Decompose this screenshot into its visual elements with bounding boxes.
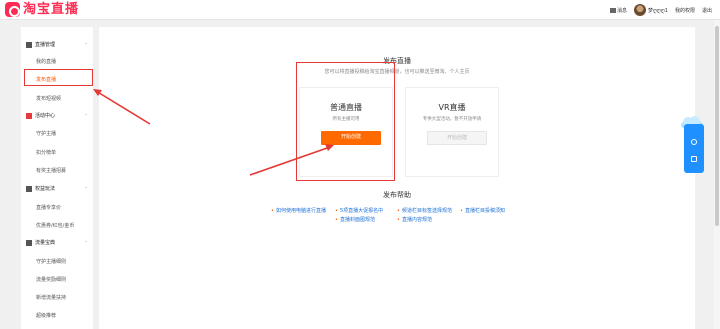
publish-live-subtitle: 您可以将直播投稿给淘宝直播频道，也可以推送至微淘、个人主页 <box>324 69 470 75</box>
annotation-highlight-publish-live <box>24 69 93 86</box>
sidebar-item-traffic-rewards[interactable]: 流量奖励细则 <box>36 276 66 283</box>
activity-center-icon <box>26 112 32 119</box>
chat-icon[interactable] <box>691 156 697 162</box>
help-link-promo-signup[interactable]: 5项直播大促报名中 <box>335 207 383 214</box>
user-menu: 消息 梦ღღღ1 我的权限 退出 <box>609 0 712 20</box>
vr-live-desc: 专供大型活动，暂不开放申请 <box>422 117 482 122</box>
chevron-up-icon: ⌃ <box>84 240 88 245</box>
floating-service-bar <box>684 124 704 173</box>
publish-help-title: 发布帮助 <box>383 191 411 199</box>
vr-live-create-button: 开始创建 <box>427 131 487 145</box>
avatar <box>633 4 646 16</box>
bell-icon[interactable] <box>691 139 697 145</box>
message-icon <box>609 7 616 13</box>
sidebar-group-traffic-guide[interactable]: 流量宝典 ⌃ <box>26 239 88 246</box>
sidebar-item-publish-short-video[interactable]: 发布短视频 <box>36 95 61 102</box>
chevron-up-icon: ⌃ <box>84 113 88 118</box>
help-link-channel-tags[interactable]: 频道栏目标签选择规范 <box>397 207 452 214</box>
logo-text: 淘宝直播 <box>23 2 80 17</box>
user-profile[interactable]: 梦ღღღ1 <box>633 4 668 16</box>
logout-link[interactable]: 退出 <box>702 7 712 14</box>
vr-live-card: VR直播 专供大型活动，暂不开放申请 开始创建 <box>405 87 499 177</box>
username: 梦ღღღ1 <box>647 7 668 14</box>
logo[interactable]: 淘宝直播 <box>5 2 79 17</box>
sidebar-item-deduction-list[interactable]: 扣分榜单 <box>36 149 56 156</box>
chevron-up-icon: ⌃ <box>84 186 88 191</box>
sidebar-group-benefits[interactable]: 权益玩法 ⌃ <box>26 185 88 192</box>
top-bar: 淘宝直播 消息 梦ღღღ1 我的权限 退出 <box>0 0 720 20</box>
messages-link[interactable]: 消息 <box>609 7 627 14</box>
help-link-pc-live[interactable]: 如何使用电脑进行直播 <box>271 207 326 214</box>
sidebar-item-super-recommend[interactable]: 超级推荐 <box>36 312 56 319</box>
main-panel: 发布直播 您可以将直播投稿给淘宝直播频道，也可以推送至微淘、个人主页 普通直播 … <box>99 27 695 329</box>
chevron-up-icon: ⌃ <box>84 42 88 47</box>
annotation-highlight-normal-live <box>296 62 395 181</box>
benefits-icon <box>26 185 32 192</box>
sidebar-item-coupons[interactable]: 优惠券/红包/金币 <box>36 222 74 229</box>
sidebar-item-guard-anchor[interactable]: 守护主播 <box>36 130 56 137</box>
publish-live-title: 发布直播 <box>383 57 411 65</box>
my-permissions-link[interactable]: 我的权限 <box>675 7 695 14</box>
scrollbar-thumb[interactable] <box>715 26 719 226</box>
sidebar-item-my-live[interactable]: 我的直播 <box>36 58 56 65</box>
logo-icon <box>5 2 20 17</box>
help-link-content-rules[interactable]: 直播内容规范 <box>397 216 432 223</box>
vr-live-title: VR直播 <box>438 103 466 112</box>
sidebar-item-traffic-support[interactable]: 新增流量扶持 <box>36 294 66 301</box>
traffic-guide-icon <box>26 239 32 246</box>
sidebar-group-live-management[interactable]: 直播管理 ⌃ <box>26 41 88 48</box>
help-link-cover-rules[interactable]: 直播封面图规范 <box>335 216 375 223</box>
sidebar-group-activity-center[interactable]: 活动中心 ⌃ <box>26 112 88 119</box>
sidebar-item-guard-rules[interactable]: 守护主播细则 <box>36 258 66 265</box>
help-link-submission-notes[interactable]: 直播栏目投稿须知 <box>460 207 505 214</box>
sidebar-item-recruit[interactable]: 有奖主播招募 <box>36 167 66 174</box>
live-management-icon <box>26 41 32 48</box>
sidebar-item-exclusive-price[interactable]: 直播专享价 <box>36 204 61 211</box>
